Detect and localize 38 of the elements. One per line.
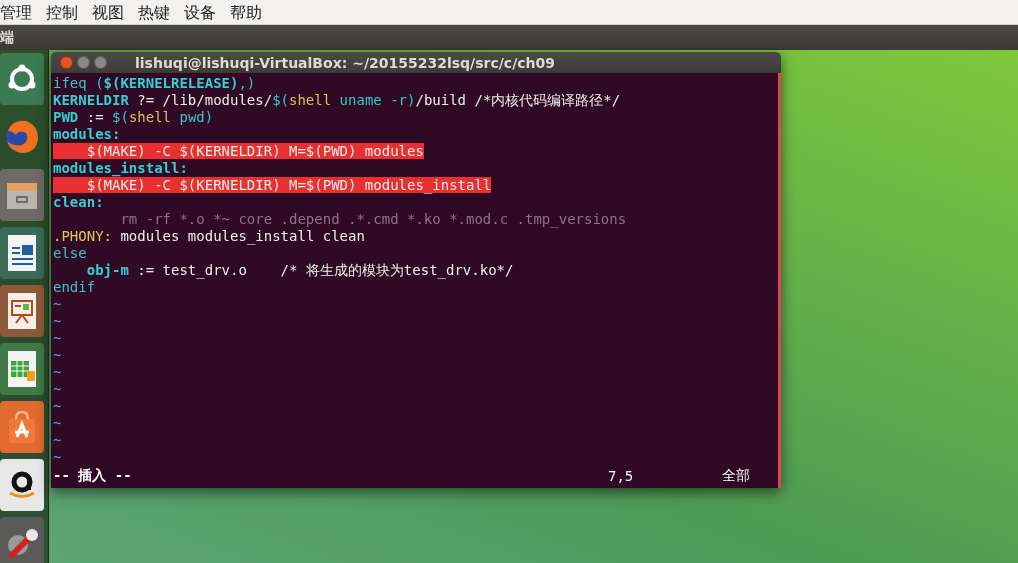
menu-item[interactable]: 帮助 bbox=[230, 0, 262, 25]
menu-item[interactable]: 视图 bbox=[92, 0, 124, 25]
empty-line-mark: ~ bbox=[53, 347, 62, 363]
menu-item[interactable]: 控制 bbox=[46, 0, 78, 25]
window-title: lishuqi@lishuqi-VirtualBox: ~/20155232lsq/src/c/ch09 bbox=[135, 54, 555, 71]
empty-line-mark: ~ bbox=[53, 432, 62, 448]
maximize-button[interactable] bbox=[94, 56, 107, 69]
empty-line-mark: ~ bbox=[53, 330, 62, 346]
close-button[interactable] bbox=[60, 56, 73, 69]
empty-line-mark: ~ bbox=[53, 364, 62, 380]
empty-line-mark: ~ bbox=[53, 296, 62, 312]
empty-line-mark: ~ bbox=[53, 449, 62, 465]
empty-line-mark: ~ bbox=[53, 398, 62, 414]
cursor-position: 7,5 bbox=[608, 468, 635, 484]
code-line: ifeq ($(KERNELRELEASE),) bbox=[53, 75, 256, 91]
code-line: modules: bbox=[53, 126, 121, 142]
presentation-icon[interactable] bbox=[5, 291, 39, 331]
code-line: modules_install: bbox=[53, 160, 188, 176]
menu-item[interactable]: 管理 bbox=[0, 0, 32, 25]
code-line: .PHONY: modules modules_install clean bbox=[53, 228, 365, 244]
empty-line-mark: ~ bbox=[53, 381, 62, 397]
window-title: 端 bbox=[0, 28, 14, 47]
code-line: rm -rf *.o *~ core .depend .*.cmd *.ko *.mod.c .tmp_versions bbox=[119, 211, 627, 227]
document-icon[interactable] bbox=[5, 233, 39, 273]
code-line: else bbox=[53, 245, 87, 261]
code-line: PWD := $(shell pwd) bbox=[53, 109, 214, 125]
menu-item[interactable]: 设备 bbox=[184, 0, 216, 25]
empty-line-mark: ~ bbox=[53, 415, 62, 431]
scroll-indicator: 全部 bbox=[722, 467, 751, 485]
mode-indicator: -- 插入 -- bbox=[53, 467, 132, 485]
code-line: clean: bbox=[53, 194, 104, 210]
empty-line-mark: ~ bbox=[53, 313, 62, 329]
code-line: endif bbox=[53, 279, 96, 295]
code-line: obj-m := test_drv.o /* 将生成的模块为test_drv.ko*/ bbox=[85, 262, 514, 278]
code-line: KERNELDIR ?= /lib/modules/$(shell uname -r)/build /*内核代码编译路径*/ bbox=[53, 92, 621, 108]
menu-item[interactable]: 热键 bbox=[138, 0, 170, 25]
minimize-button[interactable] bbox=[77, 56, 90, 69]
spreadsheet-icon[interactable] bbox=[5, 349, 39, 389]
